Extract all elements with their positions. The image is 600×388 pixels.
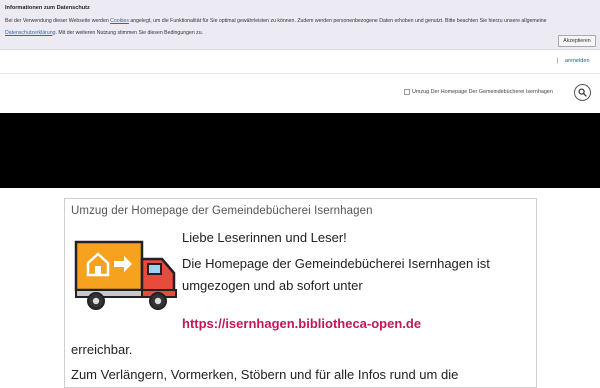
login-link[interactable]: anmelden bbox=[565, 58, 590, 64]
top-login-bar: | anmelden bbox=[0, 50, 600, 74]
hero-banner bbox=[0, 113, 600, 188]
article-line-1: Die Homepage der Gemeindebücherei Isernh… bbox=[182, 256, 490, 271]
site-header: Umzug Der Homepage Der Gemeindebücherei … bbox=[0, 75, 600, 113]
search-button[interactable] bbox=[574, 84, 591, 101]
cookies-link[interactable]: Cookies bbox=[110, 18, 129, 24]
privacy-policy-link[interactable]: Datenschutzerklärung bbox=[5, 30, 55, 36]
article-card: Umzug der Homepage der Gemeindebücherei … bbox=[64, 198, 537, 388]
search-icon bbox=[578, 88, 587, 97]
cookie-banner: Informationen zum Datenschutz Bei der Ve… bbox=[0, 0, 600, 50]
article-line-2: umgezogen und ab sofort unter bbox=[182, 278, 363, 293]
cookie-text-part3: . Mit der weiteren Nutzung stimmen Sie d… bbox=[55, 29, 204, 36]
site-logo-alt-text: Umzug Der Homepage Der Gemeindebücherei … bbox=[412, 89, 553, 95]
cookie-text-part1: Bei der Verwendung dieser Webseite werde… bbox=[5, 18, 111, 24]
broken-image-icon bbox=[404, 89, 410, 95]
cookie-text-part2: angelegt, um die Funktionalität für Sie … bbox=[128, 18, 547, 24]
site-logo[interactable]: Umzug Der Homepage Der Gemeindebücherei … bbox=[404, 89, 553, 95]
article-greeting: Liebe Leserinnen und Leser! bbox=[182, 230, 347, 245]
accept-cookies-button[interactable]: Akzeptieren bbox=[558, 35, 596, 47]
cookie-banner-text: Bei der Verwendung dieser Webseite werde… bbox=[5, 16, 565, 39]
article-line-3: erreichbar. bbox=[71, 342, 133, 357]
moving-truck-image bbox=[74, 240, 177, 310]
cookie-banner-title: Informationen zum Datenschutz bbox=[5, 5, 90, 11]
login-separator: | bbox=[557, 58, 559, 64]
article-title: Umzug der Homepage der Gemeindebücherei … bbox=[71, 205, 373, 217]
bibliotheca-link[interactable]: https://isernhagen.bibliotheca-open.de bbox=[182, 316, 421, 331]
